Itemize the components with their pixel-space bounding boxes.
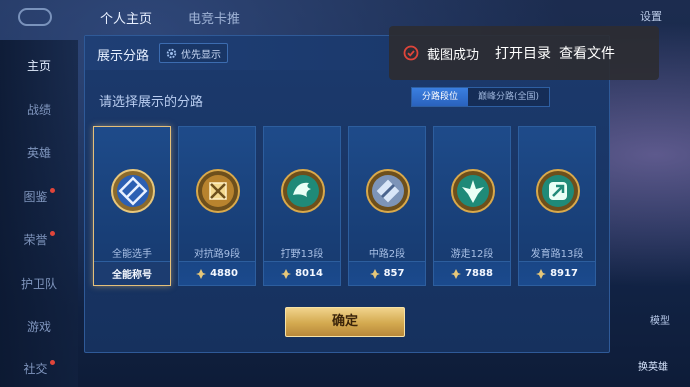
view-file-link[interactable]: 查看文件	[559, 43, 615, 63]
notification-dot	[49, 360, 55, 365]
lane-card-clash[interactable]: 对抗路9段 4880	[178, 126, 256, 286]
lane-card-label: 打野13段	[280, 249, 324, 260]
farm-lane-emblem-icon	[536, 169, 580, 213]
lane-display-modal: 展示分路 优先显示 请选择展示的分路 分路段位 巅峰分路(全国) 全能选手 全能…	[84, 35, 610, 353]
power-icon	[369, 268, 380, 279]
lane-card-all-round[interactable]: 全能选手 全能称号	[93, 126, 171, 286]
select-prompt: 请选择展示的分路	[99, 95, 204, 110]
power-icon	[281, 268, 292, 279]
change-hero-label[interactable]: 换英雄	[638, 358, 668, 373]
lane-card-mid[interactable]: 中路2段 857	[348, 126, 426, 286]
sidebar-item-label: 英雄	[26, 146, 51, 160]
lane-card-jungle[interactable]: 打野13段 8014	[263, 126, 341, 286]
segment-control: 分路段位 巅峰分路(全国)	[410, 87, 550, 107]
tab-lane-rank[interactable]: 分路段位	[411, 88, 468, 106]
sidebar-item-honor[interactable]: 荣誉	[0, 231, 78, 248]
sidebar-item-heroes[interactable]: 英雄	[0, 144, 78, 161]
sidebar-item-home[interactable]: 主页	[0, 57, 78, 74]
sidebar-item-guard[interactable]: 护卫队	[0, 275, 78, 292]
power-icon	[536, 268, 547, 279]
lane-card-label: 游走12段	[450, 249, 494, 260]
lane-card-foot: 857	[349, 261, 425, 285]
power-value: 8917	[550, 268, 578, 279]
notification-dot	[49, 231, 55, 236]
lane-cards: 全能选手 全能称号 对抗路9段 4880 打野13段 8014 中路2段 857…	[93, 126, 596, 286]
lane-card-foot: 7888	[434, 261, 510, 285]
sidebar-item-label: 游戏	[26, 320, 51, 334]
power-icon	[451, 268, 462, 279]
lane-card-label: 全能选手	[112, 249, 152, 260]
power-value: 8014	[295, 268, 323, 279]
lane-card-label: 中路2段	[368, 249, 406, 260]
sidebar-item-label: 战绩	[26, 103, 51, 117]
title-label: 全能称号	[112, 270, 152, 281]
sidebar-item-label: 主页	[26, 59, 51, 73]
priority-display-button[interactable]: 优先显示	[159, 43, 228, 63]
lane-card-roam[interactable]: 游走12段 7888	[433, 126, 511, 286]
lane-card-foot: 全能称号	[94, 261, 170, 285]
sidebar-item-codex[interactable]: 图鉴	[0, 188, 78, 205]
check-circle-icon	[403, 45, 419, 61]
power-value: 4880	[210, 268, 238, 279]
model-label[interactable]: 模型	[650, 312, 670, 327]
power-value: 857	[383, 268, 405, 279]
sidebar-item-label: 图鉴	[23, 190, 48, 204]
gear-icon	[166, 48, 177, 58]
roam-emblem-icon	[451, 169, 495, 213]
modal-title: 展示分路	[97, 49, 150, 64]
lane-card-label: 对抗路9段	[193, 249, 241, 260]
settings-label[interactable]: 设置	[640, 8, 662, 24]
sidebar-item-label: 社交	[23, 362, 48, 376]
mid-lane-emblem-icon	[366, 169, 410, 213]
lane-card-label: 发育路13段	[530, 249, 584, 260]
power-icon	[196, 268, 207, 279]
back-icon[interactable]	[18, 8, 52, 26]
lane-card-farm[interactable]: 发育路13段 8917	[518, 126, 596, 286]
sidebar-item-games[interactable]: 游戏	[0, 318, 78, 335]
toast-message: 截图成功	[427, 47, 480, 63]
screenshot-toast: 截图成功 打开目录 查看文件	[389, 26, 659, 80]
tab-profile[interactable]: 个人主页	[100, 8, 152, 27]
sidebar-item-label: 护卫队	[20, 277, 57, 291]
lane-card-foot: 8014	[264, 261, 340, 285]
priority-button-label: 优先显示	[181, 49, 221, 61]
tab-esports[interactable]: 电竞卡推	[188, 8, 240, 27]
open-folder-link[interactable]: 打开目录	[495, 43, 551, 63]
top-tabs: 个人主页 电竞卡推	[100, 8, 240, 27]
notification-dot	[49, 188, 55, 193]
sidebar-item-record[interactable]: 战绩	[0, 101, 78, 118]
tab-peak-lane[interactable]: 巅峰分路(全国)	[468, 88, 549, 106]
sidebar-item-social[interactable]: 社交	[0, 360, 78, 377]
confirm-button[interactable]: 确定	[285, 307, 405, 337]
clash-lane-emblem-icon	[196, 169, 240, 213]
lane-card-foot: 4880	[179, 261, 255, 285]
power-value: 7888	[465, 268, 493, 279]
jungle-emblem-icon	[281, 169, 325, 213]
sidebar-item-label: 荣誉	[23, 233, 48, 247]
lane-card-foot: 8917	[519, 261, 595, 285]
sidebar: 主页 战绩 英雄 图鉴 荣誉 护卫队 游戏 社交	[0, 40, 78, 387]
all-round-emblem-icon	[111, 169, 155, 213]
